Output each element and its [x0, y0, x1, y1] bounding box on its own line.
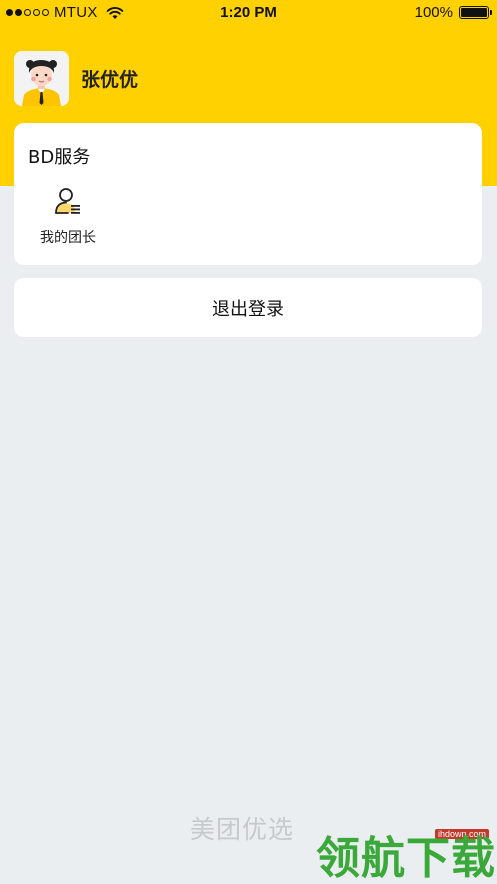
status-bar: MTUX 1:20 PM 100% — [0, 0, 497, 28]
card-title: BD服务 — [28, 147, 91, 168]
profile-header: 张优优 — [14, 51, 138, 106]
watermark-text: 领航下载 — [316, 833, 496, 884]
avatar-illustration-icon — [14, 51, 69, 106]
battery-icon — [459, 6, 492, 19]
logout-label: 退出登录 — [212, 298, 284, 320]
battery-level — [461, 8, 487, 17]
watermark: ihdown.com 领航下载 — [316, 826, 497, 883]
logout-button[interactable]: 退出登录 — [14, 278, 482, 337]
team-leader-icon — [55, 188, 80, 214]
bd-service-card: BD服务 我的团长 — [14, 123, 482, 265]
brand-footer: 美团优选 — [190, 815, 295, 844]
status-right: 100% — [414, 4, 492, 21]
service-item-label: 我的团长 — [40, 230, 96, 246]
user-name: 张优优 — [81, 69, 139, 91]
avatar[interactable] — [14, 51, 69, 106]
service-item-my-team-leader[interactable]: 我的团长 — [32, 185, 104, 247]
battery-percentage: 100% — [414, 4, 453, 21]
